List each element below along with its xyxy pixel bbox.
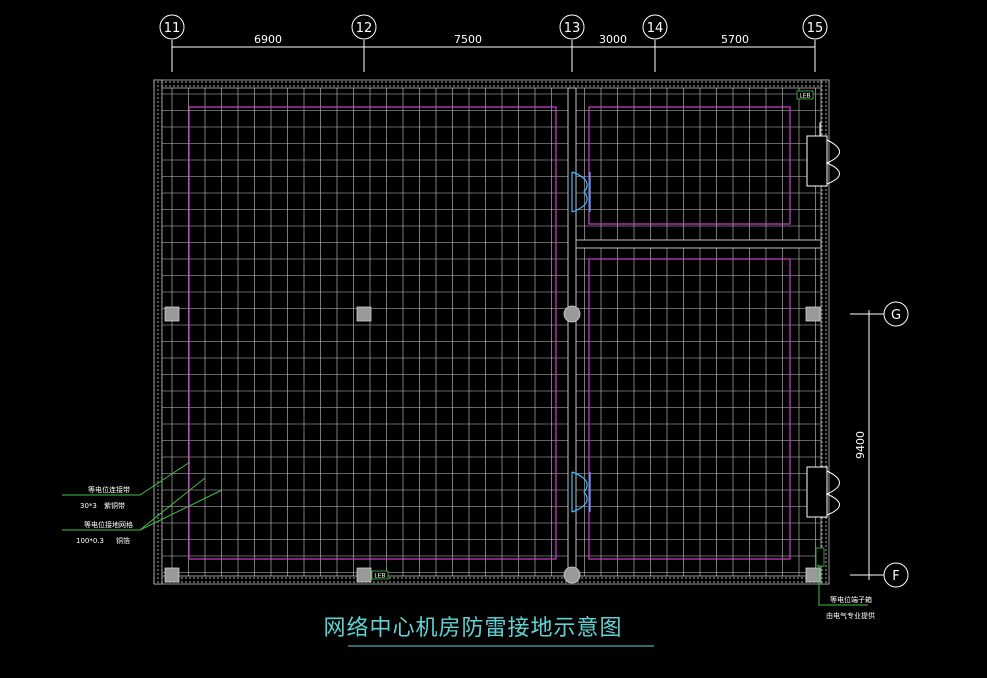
round-column (563, 305, 581, 323)
dim-top-3: 3000 (599, 33, 627, 46)
axis-label-G: G (891, 308, 901, 323)
drawing-title: 网络中心机房防雷接地示意图 (323, 616, 622, 641)
structural-columns (164, 305, 821, 584)
axis-bubble-11: 11 (159, 14, 185, 40)
note-bonding-strip-label: 等电位连接带 (88, 485, 130, 494)
column (356, 306, 372, 322)
axis-bubble-G: G (883, 301, 909, 327)
axis-label-13: 13 (564, 21, 581, 36)
note-terminal-box: 等电位端子箱 (830, 595, 872, 604)
dim-right: 9400 (854, 431, 867, 459)
axis-label-15: 15 (807, 21, 824, 36)
note-grid-material: 铜箔 (116, 536, 130, 545)
axis-bubble-15: 15 (802, 14, 828, 40)
interior-partitions (567, 87, 822, 577)
note-provided-by: 由电气专业提供 (826, 611, 875, 620)
leb-label: LEB (374, 573, 385, 580)
column (805, 306, 821, 322)
dim-top-4: 5700 (721, 33, 749, 46)
dim-top-2: 7500 (454, 33, 482, 46)
leb-tag-bottom: LEB (371, 570, 389, 580)
dim-top-1: 6900 (254, 33, 282, 46)
axis-bubble-F: F (883, 562, 909, 588)
axis-label-11: 11 (164, 21, 181, 36)
axis-label-F: F (892, 569, 899, 584)
round-column (563, 566, 581, 584)
note-bonding-strip-spec: 30*3 (80, 502, 97, 510)
column (164, 306, 180, 322)
axis-bubble-13: 13 (559, 14, 585, 40)
note-grid-spec: 100*0.3 (76, 537, 104, 545)
axis-bubble-12: 12 (351, 14, 377, 40)
axis-bubble-14: 14 (642, 14, 668, 40)
exterior-walls (153, 79, 830, 585)
axis-label-12: 12 (356, 21, 373, 36)
exterior-door-lower (806, 466, 840, 518)
leb-tag-top-right: LEB (796, 90, 814, 100)
note-bonding-strip-material: 紫铜带 (104, 501, 125, 510)
left-annotation-leaders (62, 461, 223, 531)
note-grid-label: 等电位接地网格 (84, 520, 133, 529)
axis-label-14: 14 (647, 21, 664, 36)
leb-label: LEB (799, 93, 810, 100)
leb-tag-right (815, 547, 825, 567)
column (164, 567, 180, 583)
cad-drawing: 11 12 13 14 15 6900 7500 3000 5700 LEB L… (62, 14, 909, 647)
column (356, 567, 372, 583)
equipotential-grid (162, 88, 821, 576)
column (805, 567, 821, 583)
